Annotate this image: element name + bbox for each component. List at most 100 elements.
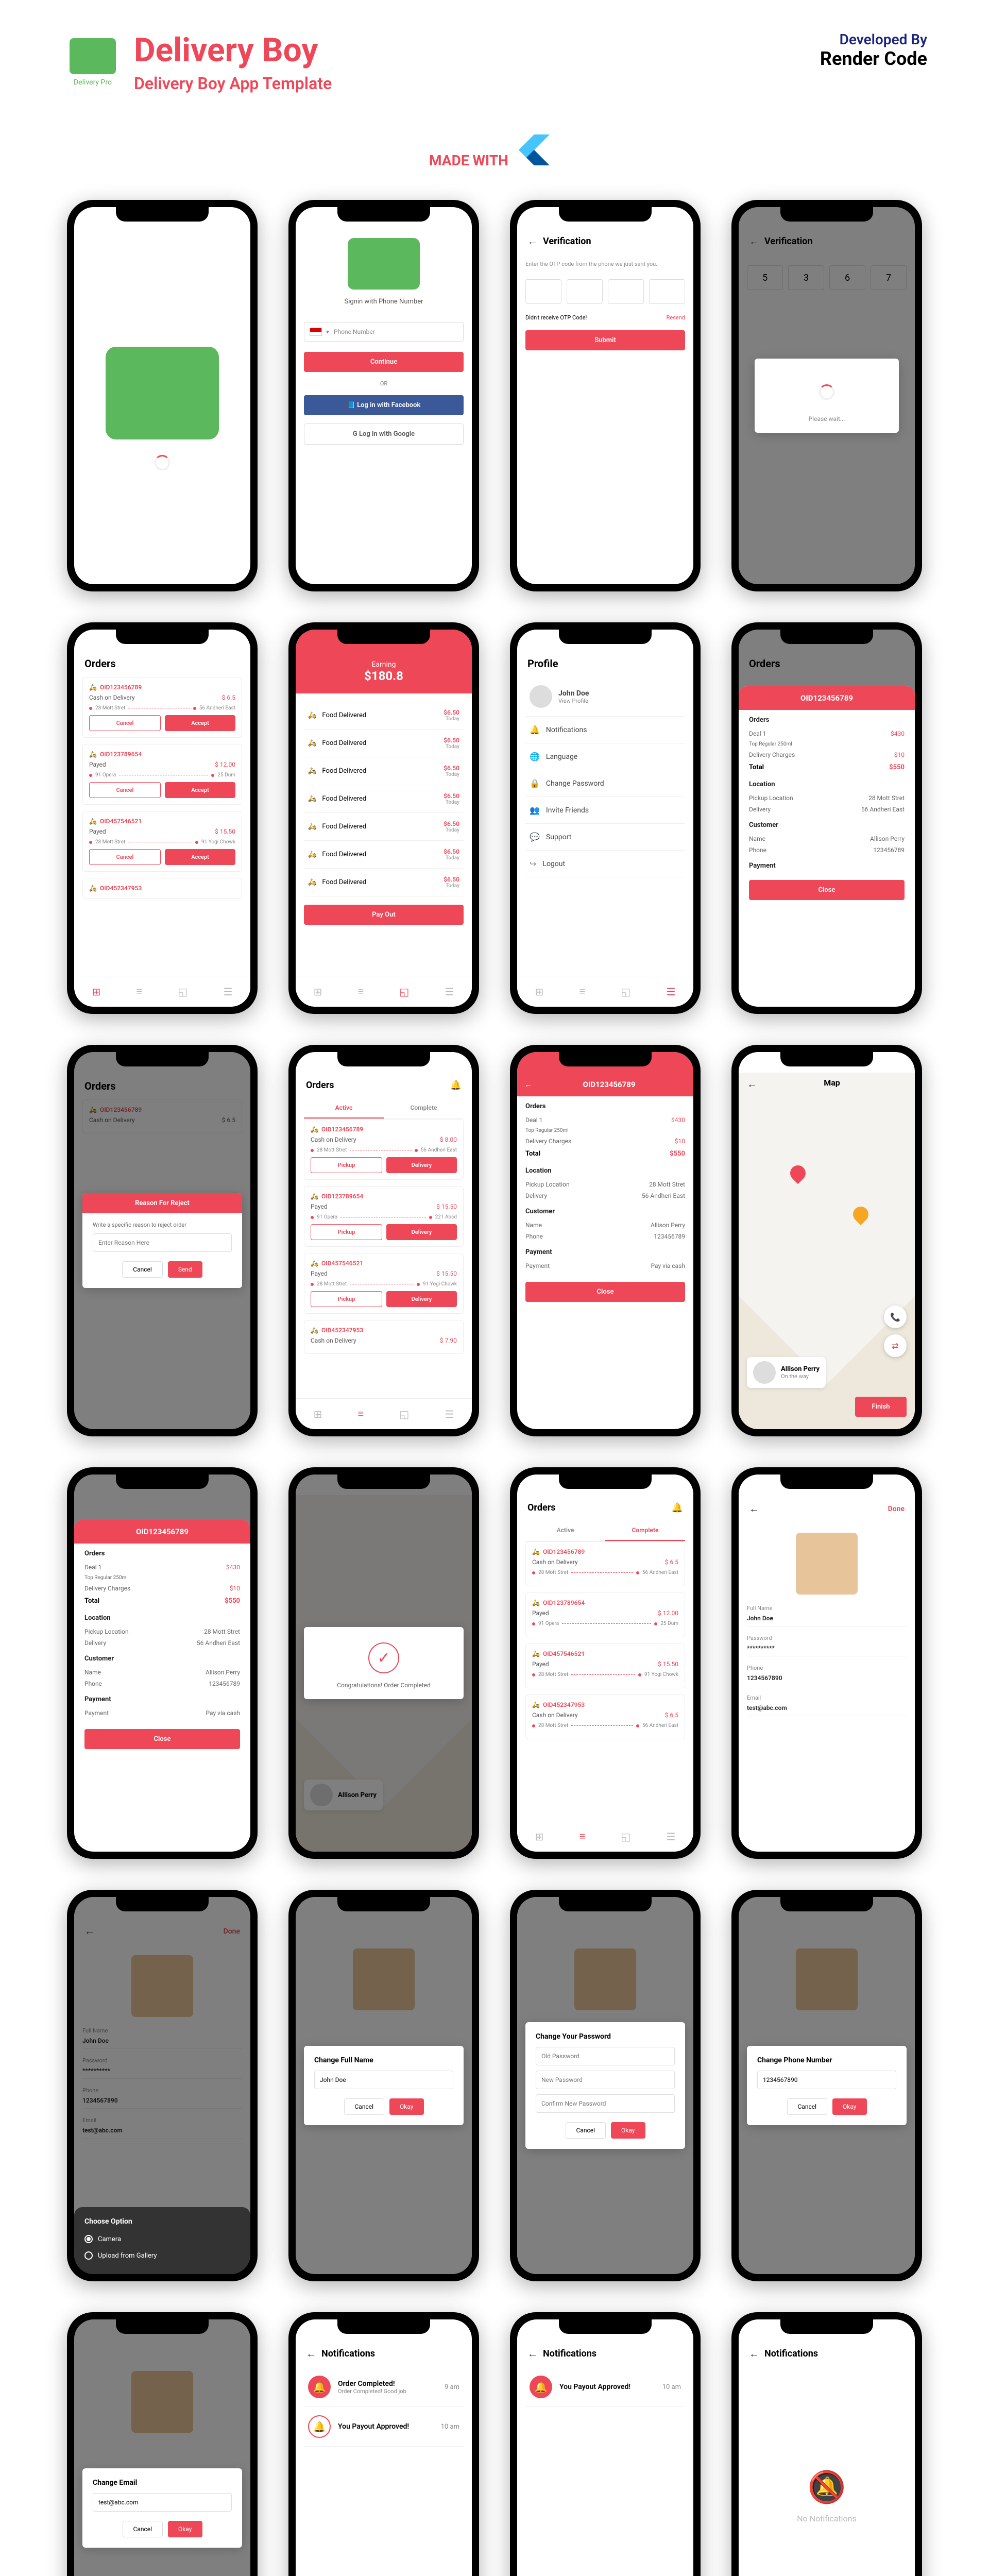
google-button[interactable]: G Log in with Google	[304, 423, 464, 445]
cancel-button[interactable]: Cancel	[122, 1261, 163, 1278]
tab-complete[interactable]: Complete	[384, 1098, 464, 1118]
order-card[interactable]: 🛵 OID123789654 Payed$ 12.00 91 Opera25 D…	[82, 744, 242, 805]
verify-title: Verification	[543, 236, 683, 247]
new-pass-input[interactable]	[536, 2071, 675, 2089]
developer-credit: Developed By Render Code	[820, 31, 927, 70]
reason-input[interactable]	[93, 1233, 232, 1252]
screen-change-phone: Change Phone Number CancelOkay	[731, 1890, 922, 2281]
tab-active[interactable]: Active	[304, 1098, 384, 1118]
change-phone-dialog: Change Phone Number CancelOkay	[747, 2046, 907, 2125]
phone-field[interactable]: 1234567890	[747, 1674, 907, 1686]
profile-title: Profile	[525, 650, 685, 677]
screen-reject-modal: Orders 🛵 OID123456789Cash on Delivery$ 6…	[67, 1045, 258, 1436]
finish-button[interactable]: Finish	[855, 1397, 907, 1417]
bell-off-icon: 🔕	[808, 2469, 846, 2505]
screen-notifications: ←Notifications 🔔Order Completed!Order Co…	[288, 2312, 479, 2576]
earning-row[interactable]: 🛵 Food Delivered$6.50Today	[304, 702, 464, 730]
okay-button[interactable]: Okay	[389, 2098, 423, 2115]
nav-wallet-icon[interactable]: ◱	[178, 986, 187, 998]
back-icon[interactable]: ←	[749, 1502, 759, 1515]
continue-button[interactable]: Continue	[304, 352, 464, 372]
accept-button[interactable]: Accept	[165, 715, 235, 731]
nav-list-icon[interactable]: ≡	[137, 985, 143, 998]
login-logo	[348, 238, 420, 290]
screen-change-name: Change Full Name CancelOkay	[288, 1890, 479, 2281]
map-user-card[interactable]: Allison PerryOn the way	[747, 1357, 826, 1388]
menu-notifications[interactable]: 🔔Notifications	[525, 717, 685, 743]
screen-map-done: Allison Perry ✓ Congratulations! Order C…	[288, 1467, 479, 1859]
submit-button[interactable]: Submit	[525, 330, 685, 350]
name-input[interactable]	[314, 2071, 453, 2089]
order-card[interactable]: 🛵 OID452347953	[82, 878, 242, 899]
bottom-nav: ⊞ ≡ ◱ ☰	[74, 976, 250, 1007]
bell-icon: 🔔	[308, 2415, 331, 2438]
done-button[interactable]: Done	[888, 1505, 905, 1513]
cancel-button[interactable]: Cancel	[344, 2098, 385, 2115]
order-card[interactable]: 🛵 OID123456789 Cash on Delivery$ 6.5 28 …	[82, 677, 242, 738]
screen-order-detail-sheet: Orders OID123456789 Orders Deal 1$430 To…	[731, 622, 922, 1014]
users-icon: 👥	[530, 805, 540, 815]
old-pass-input[interactable]	[536, 2047, 675, 2065]
facebook-button[interactable]: 📘 Log in with Facebook	[304, 395, 464, 415]
menu-language[interactable]: 🌐Language	[525, 743, 685, 770]
screen-orders-tabs: Orders🔔 ActiveComplete 🛵 OID123456789Cas…	[288, 1045, 479, 1436]
phone-input[interactable]: ▾ Phone Number	[304, 322, 464, 342]
notification-item[interactable]: 🔔You Payout Approved!10 am	[304, 2407, 464, 2447]
confirm-pass-input[interactable]	[536, 2094, 675, 2113]
order-card[interactable]: 🛵 OID457546521 Payed$ 15.50 28 Mott Stre…	[82, 811, 242, 872]
send-button[interactable]: Send	[168, 1261, 202, 1278]
email-field[interactable]: test@abc.com	[747, 1704, 907, 1716]
change-name-dialog: Change Full Name CancelOkay	[304, 2046, 464, 2125]
screen-verification: ← Verification Enter the OTP code from th…	[510, 200, 701, 591]
profile-header[interactable]: John DoeView Profile	[525, 677, 685, 717]
cancel-button[interactable]: Cancel	[89, 715, 161, 731]
nav-profile-icon[interactable]: ☰	[223, 986, 232, 998]
menu-logout[interactable]: ↪Logout	[525, 851, 685, 877]
verify-desc: Enter the OTP code from the phone we jus…	[525, 260, 685, 269]
screen-orders-new: Orders 🛵 OID123456789 Cash on Delivery$ …	[67, 622, 258, 1014]
notification-item[interactable]: 🔔Order Completed!Order Completed! Good j…	[304, 2367, 464, 2407]
screen-earning: Earning$180.8 🛵 Food Delivered$6.50Today…	[288, 622, 479, 1014]
avatar	[530, 685, 552, 708]
phone-input[interactable]	[757, 2071, 896, 2089]
bell-icon[interactable]: 🔔	[450, 1080, 462, 1091]
reject-dialog: Reason For Reject Write a specific reaso…	[82, 1193, 242, 1288]
route-fab[interactable]: ⇄	[884, 1334, 907, 1357]
globe-icon: 🌐	[530, 752, 540, 761]
order-detail-sheet: OID123456789 Orders Deal 1$430 Top Regul…	[739, 686, 915, 1007]
close-button[interactable]: Close	[749, 880, 905, 900]
option-gallery[interactable]: Upload from Gallery	[84, 2247, 240, 2264]
earning-banner: Earning$180.8	[296, 650, 472, 693]
app-subtitle: Delivery Boy App Template	[134, 74, 332, 93]
didnt-receive: Didn't receive OTP Code!	[525, 314, 587, 321]
notification-item[interactable]: 🔔You Payout Approved!10 am	[525, 2367, 685, 2407]
menu-invite[interactable]: 👥Invite Friends	[525, 797, 685, 824]
detail-order-id: OID123456789	[739, 686, 915, 710]
made-with: MADE WITH	[0, 134, 989, 169]
password-field[interactable]: **********	[747, 1645, 907, 1656]
loading-spinner	[155, 455, 170, 470]
menu-password[interactable]: 🔒Change Password	[525, 770, 685, 797]
back-icon[interactable]: ←	[306, 2347, 316, 2360]
call-fab[interactable]: 📞	[884, 1306, 907, 1328]
nav-orders-icon[interactable]: ⊞	[92, 986, 101, 998]
email-input[interactable]	[93, 2493, 232, 2512]
page-header: Delivery Pro Delivery Boy Delivery Boy A…	[0, 0, 989, 124]
resend-link[interactable]: Resend	[667, 314, 685, 321]
screen-change-email: Change Email CancelOkay	[67, 2312, 258, 2576]
back-icon[interactable]: ←	[527, 235, 538, 248]
fullname-field[interactable]: John Doe	[747, 1615, 907, 1626]
screen-orders-complete-tab: Orders🔔 ActiveComplete 🛵 OID123456789Cas…	[510, 1467, 701, 1859]
screen-photo-options: ←Done Full NameJohn Doe Password********…	[67, 1890, 258, 2281]
bell-icon: 🔔	[530, 725, 540, 735]
option-camera[interactable]: Camera	[84, 2231, 240, 2247]
flutter-icon	[519, 134, 550, 165]
screen-notifications-empty: ←Notifications 🔕No Notifications	[731, 2312, 922, 2576]
otp-inputs[interactable]	[525, 279, 685, 304]
bell-icon: 🔔	[308, 2376, 331, 2398]
menu-support[interactable]: 💬Support	[525, 824, 685, 851]
profile-photo[interactable]	[796, 1533, 858, 1595]
screen-change-password: Change Your Password CancelOkay	[510, 1890, 701, 2281]
payout-button[interactable]: Pay Out	[304, 905, 464, 925]
back-icon[interactable]: ←	[747, 1078, 757, 1091]
